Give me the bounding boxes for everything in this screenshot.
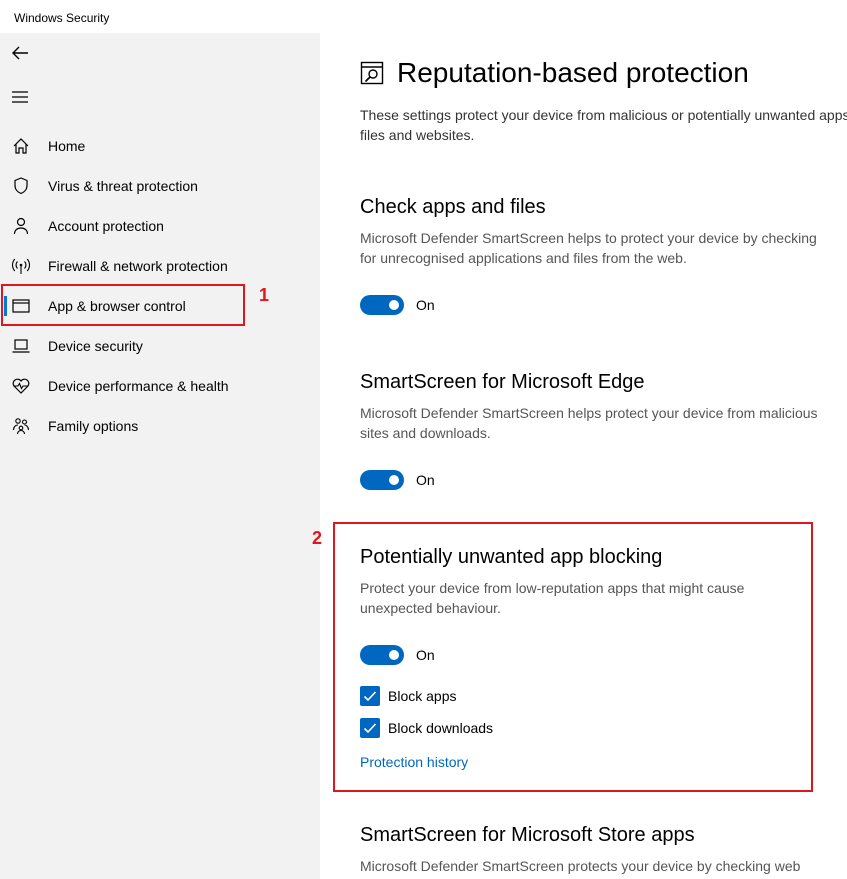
shield-icon <box>11 177 31 195</box>
section-title: SmartScreen for Microsoft Edge <box>360 371 645 393</box>
toggle-state-label: On <box>416 297 435 313</box>
annotation-box-1 <box>1 284 245 326</box>
hamburger-icon <box>12 91 28 103</box>
sidebar-item-device-performance[interactable]: Device performance & health <box>0 366 320 406</box>
section-check-apps: Check apps and files Microsoft Defender … <box>360 194 847 317</box>
description-line: sites and downloads. <box>360 425 491 441</box>
sidebar-item-device-security[interactable]: Device security <box>0 326 320 366</box>
sidebar-item-virus-threat[interactable]: Virus & threat protection <box>0 166 320 206</box>
sidebar-item-label: Home <box>48 138 86 154</box>
sidebar-item-label: Virus & threat protection <box>48 178 198 194</box>
sidebar: Home Virus & threat protection Account p… <box>0 33 320 879</box>
description-line: Microsoft Defender SmartScreen protects … <box>360 858 801 874</box>
toggle-state-label: On <box>416 472 435 488</box>
laptop-icon <box>11 337 31 355</box>
section-description: Microsoft Defender SmartScreen helps pro… <box>360 403 847 443</box>
window-title: Windows Security <box>14 11 110 25</box>
section-store-apps: SmartScreen for Microsoft Store apps Mic… <box>360 822 847 876</box>
description-line: for unrecognised applications and files … <box>360 250 687 266</box>
back-arrow-icon <box>12 46 28 60</box>
section-description: Microsoft Defender SmartScreen protects … <box>360 856 847 876</box>
section-edge: SmartScreen for Microsoft Edge Microsoft… <box>360 369 847 492</box>
annotation-number-1: 1 <box>259 285 270 305</box>
family-icon <box>11 417 31 435</box>
sidebar-item-account[interactable]: Account protection <box>0 206 320 246</box>
back-button[interactable] <box>8 41 32 65</box>
sidebar-item-label: Account protection <box>48 218 164 234</box>
description-line: Microsoft Defender SmartScreen helps to … <box>360 230 817 246</box>
page-description: These settings protect your device from … <box>360 107 847 143</box>
home-icon <box>11 137 31 155</box>
sidebar-item-firewall[interactable]: Firewall & network protection <box>0 246 320 286</box>
check-apps-toggle[interactable] <box>360 295 404 315</box>
reputation-protection-icon <box>360 61 384 85</box>
annotation-box-2 <box>333 522 813 792</box>
toggle-knob <box>389 475 399 485</box>
title-bar: Windows Security <box>0 0 847 33</box>
heart-pulse-icon <box>11 377 31 395</box>
edge-toggle[interactable] <box>360 470 404 490</box>
section-title: SmartScreen for Microsoft Store apps <box>360 824 695 846</box>
wifi-antenna-icon <box>11 257 31 275</box>
sidebar-item-home[interactable]: Home <box>0 126 320 166</box>
sidebar-item-label: Firewall & network protection <box>48 258 228 274</box>
section-title: Check apps and files <box>360 196 546 218</box>
section-description: Microsoft Defender SmartScreen helps to … <box>360 228 847 268</box>
toggle-row: On <box>360 470 847 492</box>
hamburger-menu-button[interactable] <box>8 85 32 109</box>
annotation-number-2: 2 <box>312 528 323 548</box>
sidebar-item-label: Device security <box>48 338 143 354</box>
description-line: Microsoft Defender SmartScreen helps pro… <box>360 405 818 421</box>
person-icon <box>11 217 31 235</box>
toggle-row: On <box>360 295 847 317</box>
sidebar-item-family[interactable]: Family options <box>0 406 320 446</box>
toggle-knob <box>389 300 399 310</box>
page-title: Reputation-based protection <box>397 57 749 88</box>
sidebar-item-label: Device performance & health <box>48 378 229 394</box>
sidebar-item-label: Family options <box>48 418 139 434</box>
